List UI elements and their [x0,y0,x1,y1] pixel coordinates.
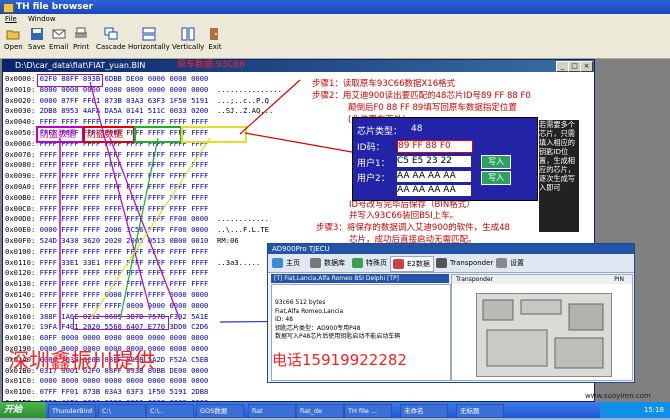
bsi-module-image [476,293,612,377]
chip-type-label: 芯片类型： [357,127,403,137]
start-button[interactable]: 开始 [0,402,46,418]
taskbar-task[interactable]: fiat [248,404,296,418]
chip-panel: 芯片类型： 48 ID码： 89 FF 88 F0 用户1： C5 E5 23 … [352,117,538,201]
taskbar-task[interactable]: GOS数据 [196,404,244,418]
tab-e2-data[interactable]: E2数据 [390,256,434,272]
taskbar-task[interactable]: fiat_de [296,404,344,418]
user1-label: 用户1： [357,159,390,169]
taskbar-task[interactable]: C:\.. [146,404,194,418]
settings-icon [496,258,507,268]
info-make: Fiat,Alfa Romeo,Lancia [275,307,344,315]
system-tray: 15:18 [600,402,670,418]
chip-id-field[interactable]: 89 FF 88 F0 [397,140,473,153]
tab-database[interactable]: 数据库 [308,256,348,270]
tab-settings[interactable]: 设置 [494,256,527,270]
taskbar-task[interactable]: ThunderBird [48,404,96,418]
ad900-image-header: Transponder PIN [452,275,632,284]
taskbar-task[interactable]: C:\ [98,404,146,418]
home-icon [272,258,283,268]
user3-field[interactable]: AA AA AA AA [397,185,471,196]
write-button-2[interactable]: 写入 [481,171,511,185]
tab-transponder[interactable]: Transponder [434,256,496,270]
chip-type-value: 48 [411,124,423,134]
transponder-icon [436,258,447,268]
tab-home[interactable]: 主页 [270,256,303,270]
tab-special[interactable]: 特殊页 [350,256,390,270]
write-button[interactable]: 写入 [481,155,511,169]
site-watermark: www.suoyiren.com [585,392,651,400]
info-id: ID: 48 [275,316,293,323]
user2-field[interactable]: AA AA AA AA [397,171,471,182]
ad900-image-panel: Transponder PIN [451,274,633,381]
clock: 15:18 [643,406,664,414]
ad900-selected-item[interactable]: [T] Fiat,Lancia,Alfa Romeo BSI Delphi [T… [271,274,449,283]
info-size: 93c66 512 bytes [275,299,326,306]
ad900-titlebar: AD900Pro TJECU [268,244,634,254]
taskbar-task[interactable]: 无标题 [456,404,504,418]
taskbar-task[interactable]: TH file ... [344,404,392,418]
ad900-tabs: 主页 数据库 特殊页 E2数据 Transponder 设置 [268,254,634,273]
taskbar-task[interactable]: 未命名 [400,404,448,418]
side-note: 若需要多个芯片，只需填入相应的钥匙ID位置，生成相应的芯片，逐次生成写入即可 [539,120,579,232]
promo-left: 深圳鑫振川提供 [8,349,155,373]
info-chip-type: 钥匙芯片类型：AD900专用P48 [275,324,361,332]
special-icon [352,258,363,268]
info-note: 数据写入P48芯片后使用钥匙启动不能启动车辆 [275,333,401,340]
user1-field[interactable]: C5 E5 23 22 [397,156,471,167]
chip-id-label: ID码： [357,143,385,153]
promo-right: 电话15919922282 [272,351,407,369]
user2-label: 用户2： [357,174,390,184]
e2-chip-icon [393,259,404,269]
bsi-board-illustration [482,299,604,369]
database-icon [310,258,321,268]
